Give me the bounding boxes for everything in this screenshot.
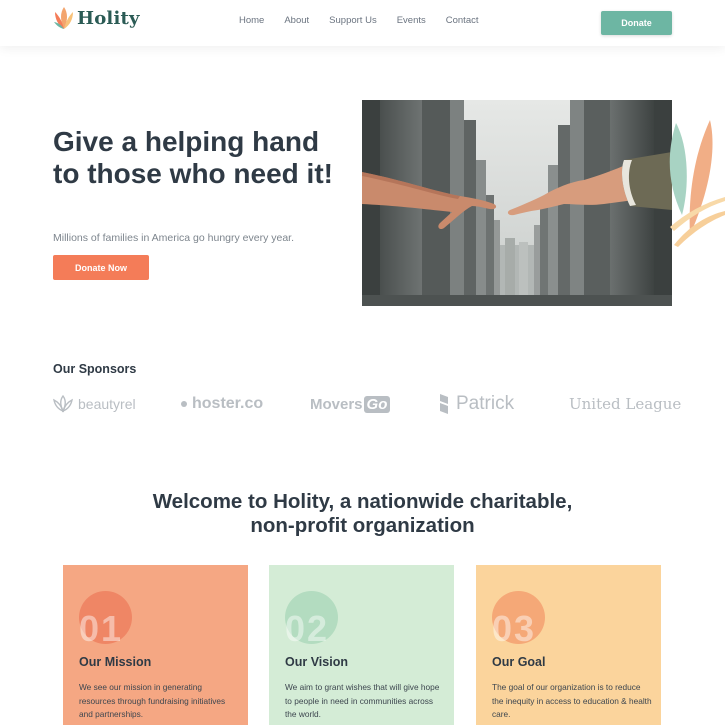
main-nav: Home About Support Us Events Contact — [239, 15, 499, 26]
sponsor-hoster-text: hoster.co — [192, 395, 264, 412]
lotus-logo-icon — [54, 7, 73, 29]
hero-image-helping-hands — [362, 100, 672, 306]
card-text: We aim to grant wishes that will give ho… — [285, 682, 440, 719]
mission-card: 01 Our Mission We see our mission in gen… — [63, 565, 248, 725]
nav-events[interactable]: Events — [397, 15, 426, 26]
vision-card: 02 Our Vision We aim to grant wishes tha… — [269, 565, 454, 725]
card-number: 03 — [492, 608, 537, 649]
card-title: Our Goal — [492, 655, 546, 669]
card-number: 01 — [79, 608, 124, 649]
welcome-line-1: Welcome to Holity, a nationwide charitab… — [152, 490, 573, 513]
logo-text: Holity — [77, 7, 140, 29]
donate-now-button[interactable]: Donate Now — [53, 255, 149, 280]
site-header: Holity Home About Support Us Events Cont… — [0, 0, 725, 46]
hero-subtitle: Millions of families in America go hungr… — [53, 232, 295, 244]
card-text: The goal of our organization is to reduc… — [492, 682, 652, 719]
hero-title: Give a helping hand to those who need it… — [53, 126, 333, 189]
card-title: Our Mission — [79, 655, 152, 669]
logo[interactable]: Holity — [53, 5, 140, 31]
sponsor-patrick-text: Patrick — [456, 393, 515, 414]
card-number: 02 — [285, 608, 330, 649]
sponsor-go-badge: Go — [363, 395, 391, 413]
card-title: Our Vision — [285, 655, 348, 669]
sponsor-moversgo-logo[interactable]: Movers Go — [310, 390, 391, 418]
sponsor-beautyrel-logo[interactable]: beautyrel — [52, 390, 136, 418]
nav-home[interactable]: Home — [239, 15, 264, 26]
nav-contact[interactable]: Contact — [446, 15, 479, 26]
patrick-mark-icon — [440, 394, 448, 414]
dot-icon — [181, 401, 187, 407]
welcome-line-2: non-profit organization — [250, 514, 475, 537]
welcome-heading: Welcome to Holity, a nationwide charitab… — [80, 490, 645, 538]
sponsor-hoster-logo[interactable]: hoster.co — [181, 390, 263, 418]
lotus-outline-icon — [53, 394, 73, 413]
sponsor-patrick-logo[interactable]: Patrick — [439, 390, 514, 418]
decorative-leaves-icon — [669, 120, 725, 247]
sponsor-movers-text: Movers — [310, 395, 363, 413]
sponsor-beautyrel-text: beautyrel — [78, 396, 136, 412]
donate-button[interactable]: Donate — [601, 11, 672, 35]
nav-about[interactable]: About — [284, 15, 309, 26]
card-text: We see our mission in generating resourc… — [79, 682, 226, 719]
sponsor-united-league-logo[interactable]: United League — [569, 390, 681, 418]
sponsors-title: Our Sponsors — [53, 362, 137, 376]
nav-support-us[interactable]: Support Us — [329, 15, 377, 26]
goal-card: 03 Our Goal The goal of our organization… — [476, 565, 661, 725]
sponsor-united-league-text: United League — [569, 395, 682, 413]
